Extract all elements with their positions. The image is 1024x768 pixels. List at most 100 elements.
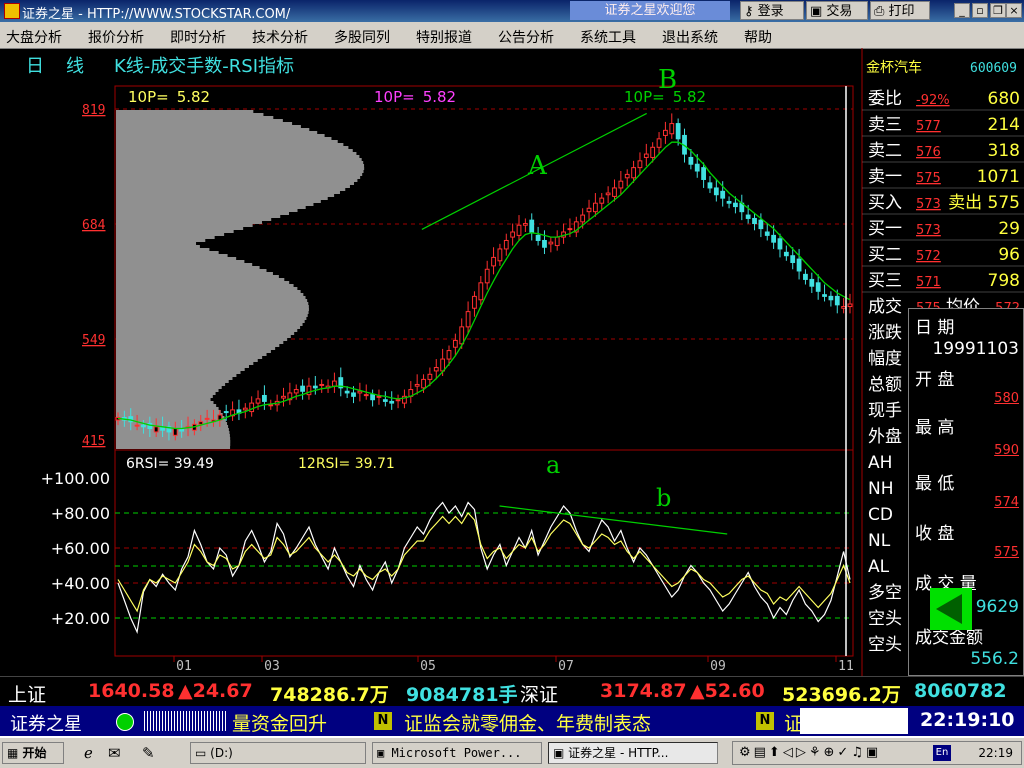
task-drive-d[interactable]: ▭ (D:) [190, 742, 366, 764]
x-tick-label: 07 [558, 659, 574, 674]
volume-profile-bar [116, 389, 219, 392]
candle-body [688, 156, 694, 165]
quote-row-volume: 798 [988, 271, 1020, 291]
window-titlebar: 证券之星 - HTTP://WWW.STOCKSTAR.COM/ 证券之星欢迎您… [0, 0, 1024, 22]
ie-icon[interactable]: ℯ [84, 744, 93, 762]
outlook-icon[interactable]: ✉ [108, 744, 121, 762]
quote-row-price: 575 [916, 171, 941, 186]
volume-profile-bar [116, 446, 231, 449]
volume-profile-bar [116, 254, 228, 257]
candle-body [637, 160, 643, 169]
legend-10p-2: 10P= 5.82 [374, 88, 456, 106]
rsi6-legend: 6RSI= 39.49 [126, 456, 214, 472]
news-text-2[interactable]: 证监会就零佣金、年费制表态 [404, 709, 651, 736]
menu-item-help[interactable]: 帮助 [744, 27, 772, 47]
candle-body [809, 278, 815, 287]
candle-body [554, 236, 560, 247]
volume-profile-bar [116, 329, 298, 332]
candle-body [707, 182, 713, 189]
volume-profile-bar [116, 281, 290, 284]
volume-profile-bar [116, 362, 254, 365]
candle-body [669, 123, 675, 135]
quote-row-price: 572 [916, 249, 941, 264]
restore-icon[interactable]: ▫ [972, 3, 988, 18]
quote-extra-label: 幅度 [868, 349, 902, 369]
menu-item-market[interactable]: 大盘分析 [6, 27, 62, 47]
print-button[interactable]: ⎙ 打印 [870, 1, 930, 20]
volume-profile-bar [116, 440, 231, 443]
window-title: 证券之星 - HTTP://WWW.STOCKSTAR.COM/ [22, 7, 291, 22]
quote-extra-label: 现手 [868, 401, 902, 421]
status-light-icon [116, 713, 134, 731]
volume-profile-bar [116, 293, 304, 296]
quote-row-label: 买一 [868, 219, 902, 239]
trade-button[interactable]: ▣ 交易 [806, 1, 868, 20]
candle-body [834, 295, 840, 306]
legend-10p-1: 10P= 5.82 [128, 88, 210, 106]
candle-body [643, 153, 649, 158]
stock-code: 600609 [970, 61, 1017, 76]
trade-label: 交易 [826, 4, 853, 19]
news-bar: 证券之星 量资金回升 N 证监会就零佣金、年费制表态 N 证 22:19:10 [0, 706, 1024, 736]
rsi-tick-20: +20.00 [51, 609, 110, 628]
volume-profile-bar [116, 164, 365, 167]
login-button[interactable]: ⚷ 登录 [740, 1, 804, 20]
menu-item-multistock[interactable]: 多股同列 [334, 27, 390, 47]
volume-profile-bar [116, 299, 308, 302]
tray-icons[interactable]: ⚙▤⬆◁▷⚘⊕✓♫▣ [739, 742, 881, 764]
volume-profile-bar [116, 365, 249, 368]
info-date-value: 19991103 [932, 339, 1019, 359]
price-tick-684: 684 [82, 218, 106, 233]
menu-item-technical[interactable]: 技术分析 [252, 27, 308, 47]
candle-body [433, 367, 439, 372]
menu-item-announce[interactable]: 公告分析 [498, 27, 554, 47]
volume-profile-bar [116, 404, 217, 407]
candle-body [803, 273, 808, 280]
candle-body [758, 219, 764, 230]
task-stockstar[interactable]: ▣ 证券之星 - HTTP... [548, 742, 718, 764]
clock-time: 22:19:10 [920, 709, 1015, 731]
start-button[interactable]: ▦ 开始 [2, 742, 64, 764]
candle-body [300, 385, 305, 392]
volume-profile-bar [116, 212, 290, 215]
candle-body [484, 268, 490, 284]
volume-profile-bar [116, 272, 273, 275]
quote-row-volume: 318 [988, 141, 1020, 161]
volume-profile-bar [116, 176, 361, 179]
task-powerpoint[interactable]: ▣ Microsoft Power... [372, 742, 542, 764]
candle-body [580, 214, 586, 223]
minimize-icon[interactable]: _ [954, 3, 970, 18]
candle-body [542, 239, 547, 248]
restore2-icon[interactable]: ❐ [990, 3, 1006, 18]
quote-extra-label: NH [868, 479, 894, 499]
volume-profile-bar [116, 134, 325, 137]
info-low-label: 最 低 [915, 474, 955, 494]
candle-body [414, 383, 420, 387]
candle-body [815, 282, 821, 292]
info-open-value: 580 [994, 391, 1019, 406]
candle-body [395, 399, 401, 402]
info-close-label: 收 盘 [915, 524, 955, 544]
candle-body [713, 187, 719, 196]
volume-profile-bar [116, 182, 355, 185]
volume-profile-bar [116, 119, 283, 122]
menu-item-exit[interactable]: 退出系统 [662, 27, 718, 47]
menu-item-tools[interactable]: 系统工具 [580, 27, 636, 47]
lang-en-icon[interactable]: En [933, 745, 951, 761]
candle-body [548, 241, 554, 245]
news-text-1[interactable]: 量资金回升 [232, 709, 327, 736]
quote-row-volume: 卖出 575 [948, 193, 1020, 213]
mode-label[interactable]: 线 [66, 56, 84, 77]
candle-body [663, 129, 668, 136]
candle-body [777, 238, 783, 250]
channel-icon[interactable]: ✎ [142, 744, 155, 762]
menu-item-quote[interactable]: 报价分析 [88, 27, 144, 47]
menu-item-realtime[interactable]: 即时分析 [170, 27, 226, 47]
close-icon[interactable]: × [1006, 3, 1022, 18]
volume-profile-bar [116, 302, 309, 305]
prev-arrow-icon[interactable] [930, 588, 972, 630]
quote-extra-label: 空头 [868, 635, 902, 655]
volume-profile-bar [116, 227, 244, 230]
menu-item-special[interactable]: 特别报道 [416, 27, 472, 47]
period-label[interactable]: 日 [26, 56, 44, 77]
